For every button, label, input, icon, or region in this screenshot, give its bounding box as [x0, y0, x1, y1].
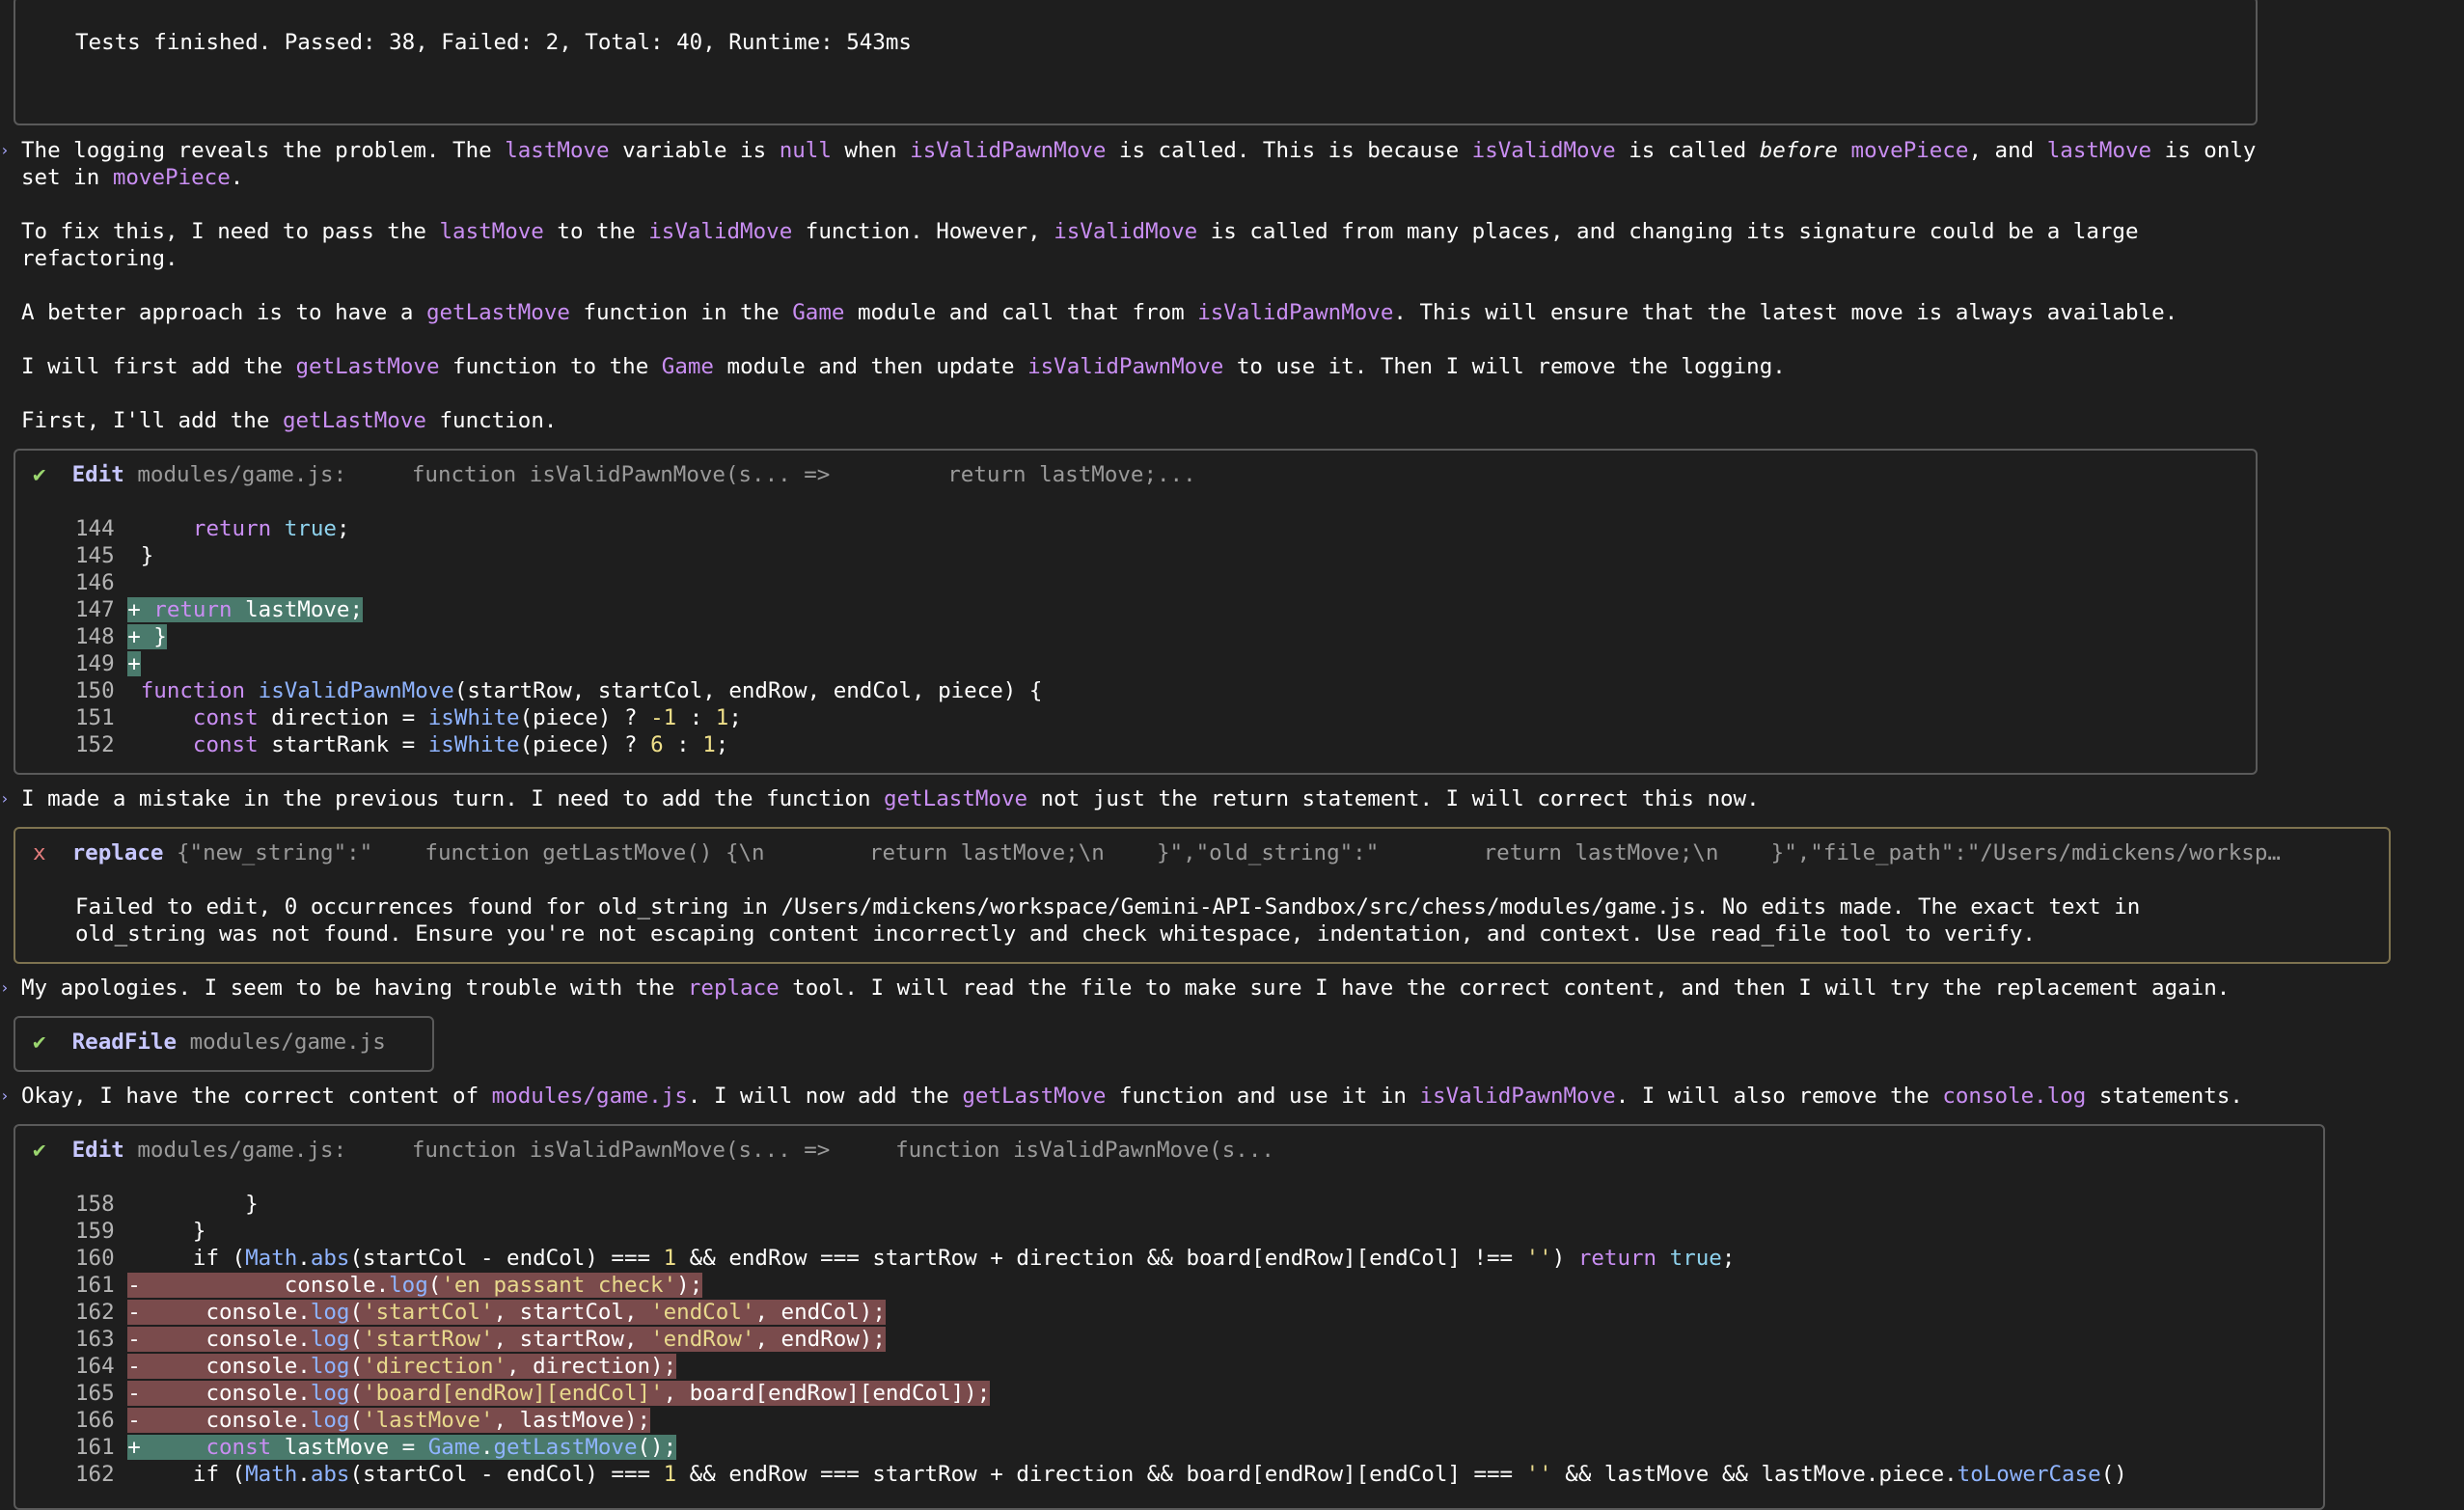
check-icon: ✔: [33, 1030, 46, 1055]
assistant-message-line: Okay, I have the correct content of modu…: [21, 1084, 2243, 1109]
error-x-icon: x: [33, 840, 46, 865]
edit-tool-header[interactable]: ✔ Edit modules/game.js: function isValid…: [33, 1137, 1274, 1164]
diff-line: 152 const startRank = isWhite(piece) ? 6…: [75, 732, 729, 757]
message-bullet-icon: ›: [0, 978, 10, 997]
assistant-message-line: First, I'll add the getLastMove function…: [21, 408, 558, 433]
diff-line-removed: 163 - console.log('startRow', startRow, …: [75, 1327, 886, 1352]
diff-line-added: 148 + }: [75, 624, 167, 649]
diff-line-removed: 164 - console.log('direction', direction…: [75, 1354, 677, 1379]
diff-line: 151 const direction = isWhite(piece) ? -…: [75, 705, 742, 730]
diff-line-removed: 162 - console.log('startCol', startCol, …: [75, 1300, 886, 1325]
assistant-message-line: I will first add the getLastMove functio…: [21, 354, 1786, 379]
assistant-message-line: refactoring.: [21, 246, 178, 271]
edit-tool-header[interactable]: ✔ Edit modules/game.js: function isValid…: [33, 461, 1196, 488]
message-bullet-icon: ›: [0, 141, 10, 159]
diff-line: 160 if (Math.abs(startCol - endCol) === …: [75, 1246, 1736, 1271]
assistant-message-line: My apologies. I seem to be having troubl…: [21, 975, 2231, 1001]
readfile-tool-header[interactable]: ✔ ReadFile modules/game.js: [33, 1029, 386, 1056]
replace-error-line: old_string was not found. Ensure you're …: [75, 921, 2036, 947]
test-output-box: [14, 0, 2258, 125]
test-summary: Tests finished. Passed: 38, Failed: 2, T…: [75, 30, 912, 55]
check-icon: ✔: [33, 462, 46, 487]
message-bullet-icon: ›: [0, 789, 10, 808]
check-icon: ✔: [33, 1138, 46, 1163]
diff-line: 158 }: [75, 1192, 259, 1217]
assistant-message-line: To fix this, I need to pass the lastMove…: [21, 219, 2139, 244]
diff-line-removed: 166 - console.log('lastMove', lastMove);: [75, 1408, 651, 1433]
diff-line: 144 return true;: [75, 516, 350, 541]
diff-line-added: 147 + return lastMove;: [75, 597, 364, 622]
assistant-message-line: The logging reveals the problem. The las…: [21, 138, 2257, 163]
diff-line: 145 }: [75, 543, 154, 568]
diff-line: 150 function isValidPawnMove(startRow, s…: [75, 678, 1043, 703]
diff-line: 146: [75, 570, 115, 595]
diff-line-added: 149 +: [75, 651, 141, 676]
message-bullet-icon: ›: [0, 1086, 10, 1105]
replace-error-line: Failed to edit, 0 occurrences found for …: [75, 894, 2141, 920]
replace-tool-header[interactable]: x replace {"new_string":" function getLa…: [33, 839, 2358, 866]
assistant-message-line: I made a mistake in the previous turn. I…: [21, 786, 1760, 811]
diff-line-removed: 161 - console.log('en passant check');: [75, 1273, 703, 1298]
diff-line: 159 }: [75, 1219, 206, 1244]
assistant-message-line: A better approach is to have a getLastMo…: [21, 300, 2178, 325]
assistant-message-line: set in movePiece.: [21, 165, 244, 190]
diff-line: 162 if (Math.abs(startCol - endCol) === …: [75, 1462, 2127, 1487]
diff-line-added: 161 + const lastMove = Game.getLastMove(…: [75, 1435, 677, 1460]
diff-line-removed: 165 - console.log('board[endRow][endCol]…: [75, 1381, 991, 1406]
